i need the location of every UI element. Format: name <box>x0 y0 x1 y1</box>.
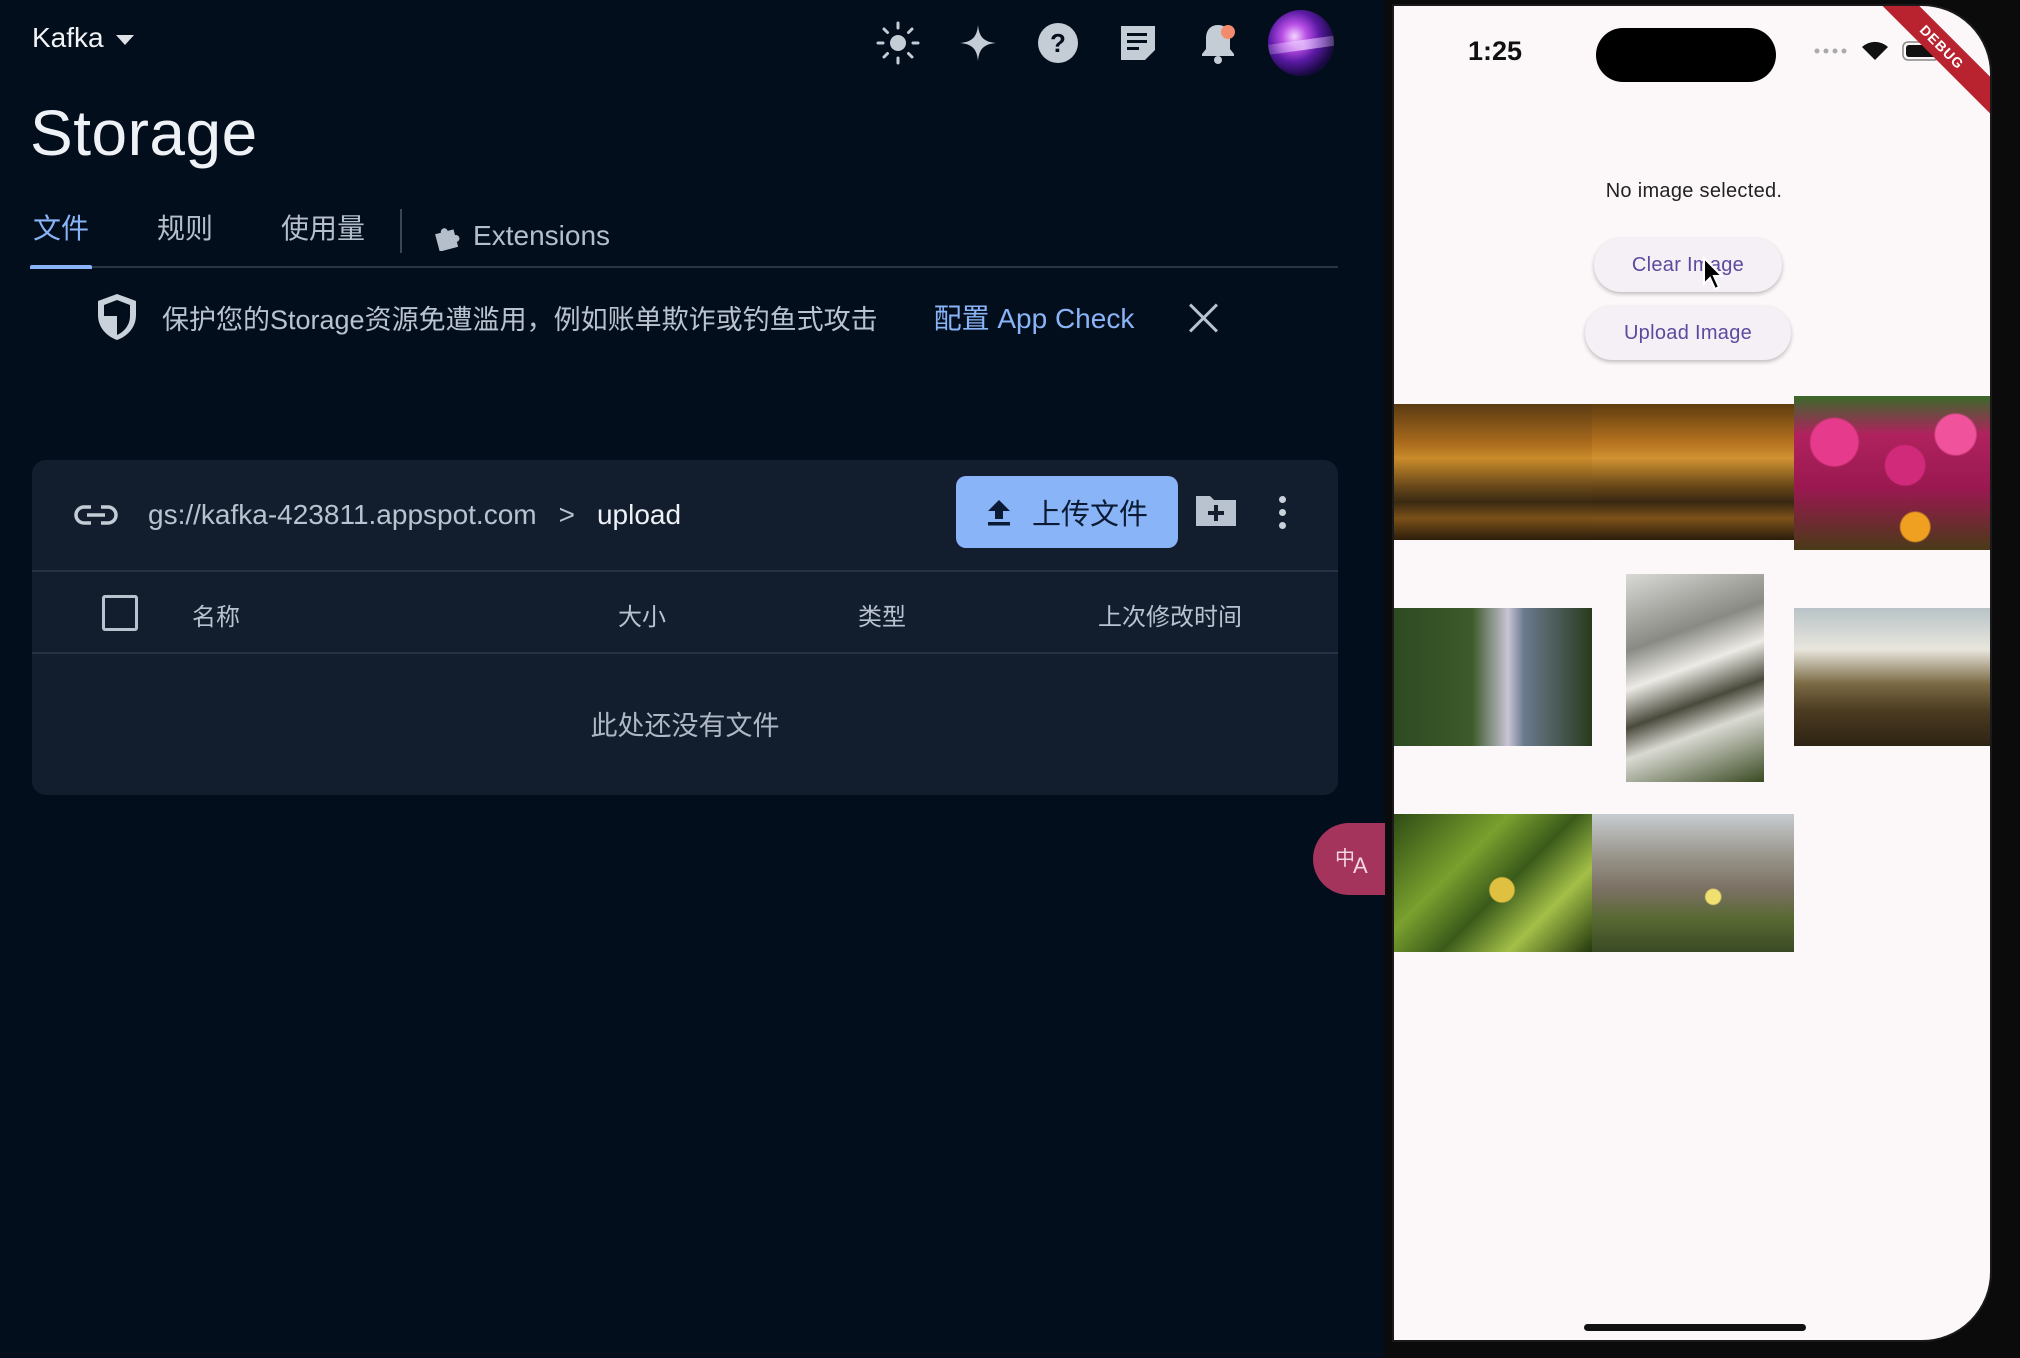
coastal-waterfall-photo[interactable] <box>1794 608 1990 746</box>
top-toolbar: ? <box>868 10 1334 76</box>
column-size[interactable]: 大小 <box>618 597 666 632</box>
extensions-icon <box>435 228 460 251</box>
column-modified[interactable]: 上次修改时间 <box>1098 597 1242 632</box>
shield-icon <box>98 294 136 340</box>
chevron-right-icon: > <box>558 499 575 530</box>
table-header: 名称 大小 类型 上次修改时间 <box>32 572 1338 654</box>
column-type[interactable]: 类型 <box>858 597 906 632</box>
svg-text:?: ? <box>1050 28 1066 58</box>
green-leaves-photo[interactable] <box>1394 814 1592 952</box>
waterfall-cliff-photo[interactable] <box>1394 608 1592 746</box>
files-card: gs://kafka-423811.appspot.com > upload 上… <box>32 460 1338 795</box>
svg-text:中: 中 <box>1335 846 1355 870</box>
bucket-toolbar: gs://kafka-423811.appspot.com > upload 上… <box>32 460 1338 572</box>
column-name[interactable]: 名称 <box>192 597 240 632</box>
current-folder: upload <box>596 499 682 530</box>
project-selector[interactable]: Kafka <box>32 22 134 54</box>
tab-extensions[interactable]: Extensions <box>430 205 613 267</box>
tab-extensions-label: Extensions <box>473 220 611 251</box>
firebase-console: Kafka ? Storage 文件 规则 使用量 Extensions 保护您… <box>0 0 1393 1358</box>
svg-text:A: A <box>1353 853 1368 877</box>
link-icon[interactable] <box>74 503 118 527</box>
empty-state-text: 此处还没有文件 <box>590 711 780 741</box>
dynamic-island <box>1596 28 1776 82</box>
more-vert-icon[interactable] <box>1272 488 1292 536</box>
tab-bar: 文件 规则 使用量 Extensions <box>30 205 1338 269</box>
app-check-banner: 保护您的Storage资源免遭滥用，例如账单欺诈或钓鱼式攻击 配置 App Ch… <box>94 290 1220 344</box>
upload-image-button[interactable]: Upload Image <box>1585 306 1791 360</box>
feedback-icon[interactable] <box>1108 13 1168 73</box>
gemini-sparkle-icon[interactable] <box>948 13 1008 73</box>
phone-screen: 1:25 DEBUG No image selected. Clear Imag… <box>1392 4 1992 1342</box>
home-indicator <box>1584 1324 1806 1331</box>
chevron-down-icon <box>115 35 134 45</box>
page-title: Storage <box>30 97 258 169</box>
upload-file-button[interactable]: 上传文件 <box>956 476 1178 548</box>
notifications-icon[interactable] <box>1188 13 1248 73</box>
select-all-checkbox[interactable] <box>102 595 138 631</box>
autumn-lake-photo[interactable] <box>1394 404 1592 540</box>
mouse-cursor-icon <box>1703 256 1725 291</box>
wifi-icon <box>1862 41 1888 60</box>
status-time: 1:25 <box>1468 36 1523 66</box>
banner-text: 保护您的Storage资源免遭滥用，例如账单欺诈或钓鱼式攻击 <box>162 304 878 335</box>
tab-usage[interactable]: 使用量 <box>278 205 368 267</box>
breadcrumb: gs://kafka-423811.appspot.com > upload <box>148 499 681 531</box>
clear-image-button[interactable]: Clear Image <box>1594 238 1782 292</box>
tab-divider <box>400 209 403 253</box>
upload-icon <box>987 500 1010 526</box>
new-folder-icon[interactable] <box>1194 490 1242 538</box>
upload-file-label: 上传文件 <box>1031 499 1148 531</box>
configure-app-check-link[interactable]: 配置 App Check <box>934 297 1135 337</box>
theme-toggle-icon[interactable] <box>868 13 928 73</box>
close-icon[interactable] <box>1186 300 1220 334</box>
waterfall-rocks-photo[interactable] <box>1626 574 1764 782</box>
dune-grass-photo[interactable] <box>1592 814 1794 952</box>
autumn-lake-photo-2[interactable] <box>1592 404 1794 540</box>
pink-flowers-photo[interactable] <box>1794 396 1990 550</box>
help-icon[interactable]: ? <box>1028 13 1088 73</box>
status-message: No image selected. <box>1605 180 1783 202</box>
signal-dots-icon <box>1814 48 1847 54</box>
bucket-root-link[interactable]: gs://kafka-423811.appspot.com <box>148 499 537 531</box>
tab-files[interactable]: 文件 <box>30 205 93 269</box>
project-name: Kafka <box>32 22 104 53</box>
translate-button[interactable]: 中A <box>1313 823 1393 895</box>
tab-rules[interactable]: 规则 <box>154 205 216 267</box>
translate-icon: 中A <box>1335 846 1368 877</box>
screen: Kafka ? Storage 文件 规则 使用量 Extensions 保护您… <box>0 0 2020 1358</box>
user-avatar[interactable] <box>1268 10 1334 76</box>
